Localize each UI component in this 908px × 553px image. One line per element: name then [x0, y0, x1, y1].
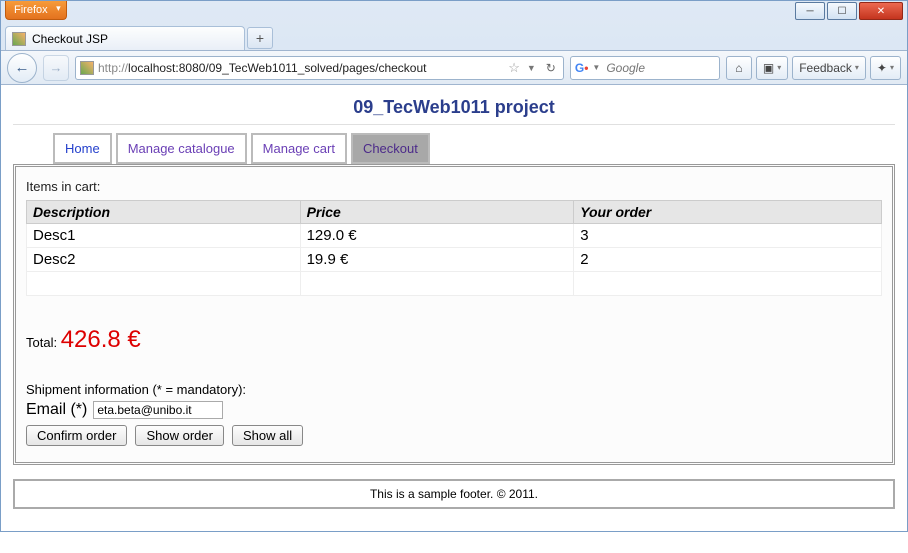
cell-desc: Desc2 — [27, 248, 301, 272]
cell-qty: 2 — [574, 248, 882, 272]
cell-qty: 3 — [574, 224, 882, 248]
footer: This is a sample footer. © 2011. — [13, 479, 895, 509]
confirm-order-button[interactable]: Confirm order — [26, 425, 127, 446]
table-row-empty — [27, 272, 882, 296]
cell-price: 129.0 € — [300, 224, 574, 248]
url-dropdown-icon[interactable]: ▼ — [524, 63, 539, 73]
url-bar[interactable]: http://localhost:8080/09_TecWeb1011_solv… — [75, 56, 564, 80]
back-button[interactable]: ← — [7, 53, 37, 83]
items-table: Description Price Your order Desc1 129.0… — [26, 200, 882, 296]
nav-cart[interactable]: Manage cart — [251, 133, 347, 164]
total-value: 426.8 € — [61, 326, 141, 353]
maximize-button[interactable]: ☐ — [827, 2, 857, 20]
cell-price: 19.9 € — [300, 248, 574, 272]
email-label: Email (*) — [26, 401, 87, 419]
nav-catalogue[interactable]: Manage catalogue — [116, 133, 247, 164]
nav-home[interactable]: Home — [53, 133, 112, 164]
navbar: ← → http://localhost:8080/09_TecWeb1011_… — [1, 51, 907, 85]
table-row: Desc1 129.0 € 3 — [27, 224, 882, 248]
forward-button[interactable]: → — [43, 55, 69, 81]
table-row: Desc2 19.9 € 2 — [27, 248, 882, 272]
titlebar: Firefox ─ ☐ ✕ — [1, 1, 907, 23]
browser-tab[interactable]: Checkout JSP — [5, 26, 245, 50]
items-label: Items in cart: — [26, 179, 882, 194]
bookmarks-button[interactable]: ▣▾ — [756, 56, 788, 80]
email-field[interactable] — [93, 401, 223, 419]
url-favicon-icon — [80, 61, 94, 75]
checkout-panel: Items in cart: Description Price Your or… — [13, 164, 895, 465]
reload-button[interactable]: ↻ — [543, 61, 559, 75]
total-line: Total: 426.8 € — [26, 326, 882, 354]
page-content: 09_TecWeb1011 project Home Manage catalo… — [1, 85, 907, 531]
new-tab-button[interactable]: + — [247, 27, 273, 49]
total-label: Total: — [26, 335, 61, 350]
firefox-menu-button[interactable]: Firefox — [5, 1, 67, 20]
bookmark-star-icon[interactable]: ☆ — [508, 60, 520, 76]
home-button[interactable]: ⌂ — [726, 56, 752, 80]
minimize-button[interactable]: ─ — [795, 2, 825, 20]
browser-window: Firefox ─ ☐ ✕ Checkout JSP + ← → http://… — [0, 0, 908, 532]
nav-checkout[interactable]: Checkout — [351, 133, 430, 164]
nav-tabs: Home Manage catalogue Manage cart Checko… — [53, 133, 895, 164]
search-dropdown-icon[interactable]: ▼ — [592, 63, 600, 72]
show-all-button[interactable]: Show all — [232, 425, 303, 446]
extension-button[interactable]: ✦▾ — [870, 56, 901, 80]
shipment-label: Shipment information (* = mandatory): — [26, 382, 882, 397]
project-title: 09_TecWeb1011 project — [13, 89, 895, 122]
feedback-button[interactable]: Feedback▾ — [792, 56, 866, 80]
show-order-button[interactable]: Show order — [135, 425, 223, 446]
col-order: Your order — [574, 201, 882, 224]
col-description: Description — [27, 201, 301, 224]
url-text: http://localhost:8080/09_TecWeb1011_solv… — [98, 61, 504, 75]
google-logo-icon: G• — [575, 61, 589, 75]
favicon-icon — [12, 32, 26, 46]
search-box[interactable]: G• ▼ — [570, 56, 720, 80]
tab-title: Checkout JSP — [32, 32, 108, 46]
col-price: Price — [300, 201, 574, 224]
tabstrip: Checkout JSP + — [1, 23, 907, 51]
close-button[interactable]: ✕ — [859, 2, 903, 20]
cell-desc: Desc1 — [27, 224, 301, 248]
